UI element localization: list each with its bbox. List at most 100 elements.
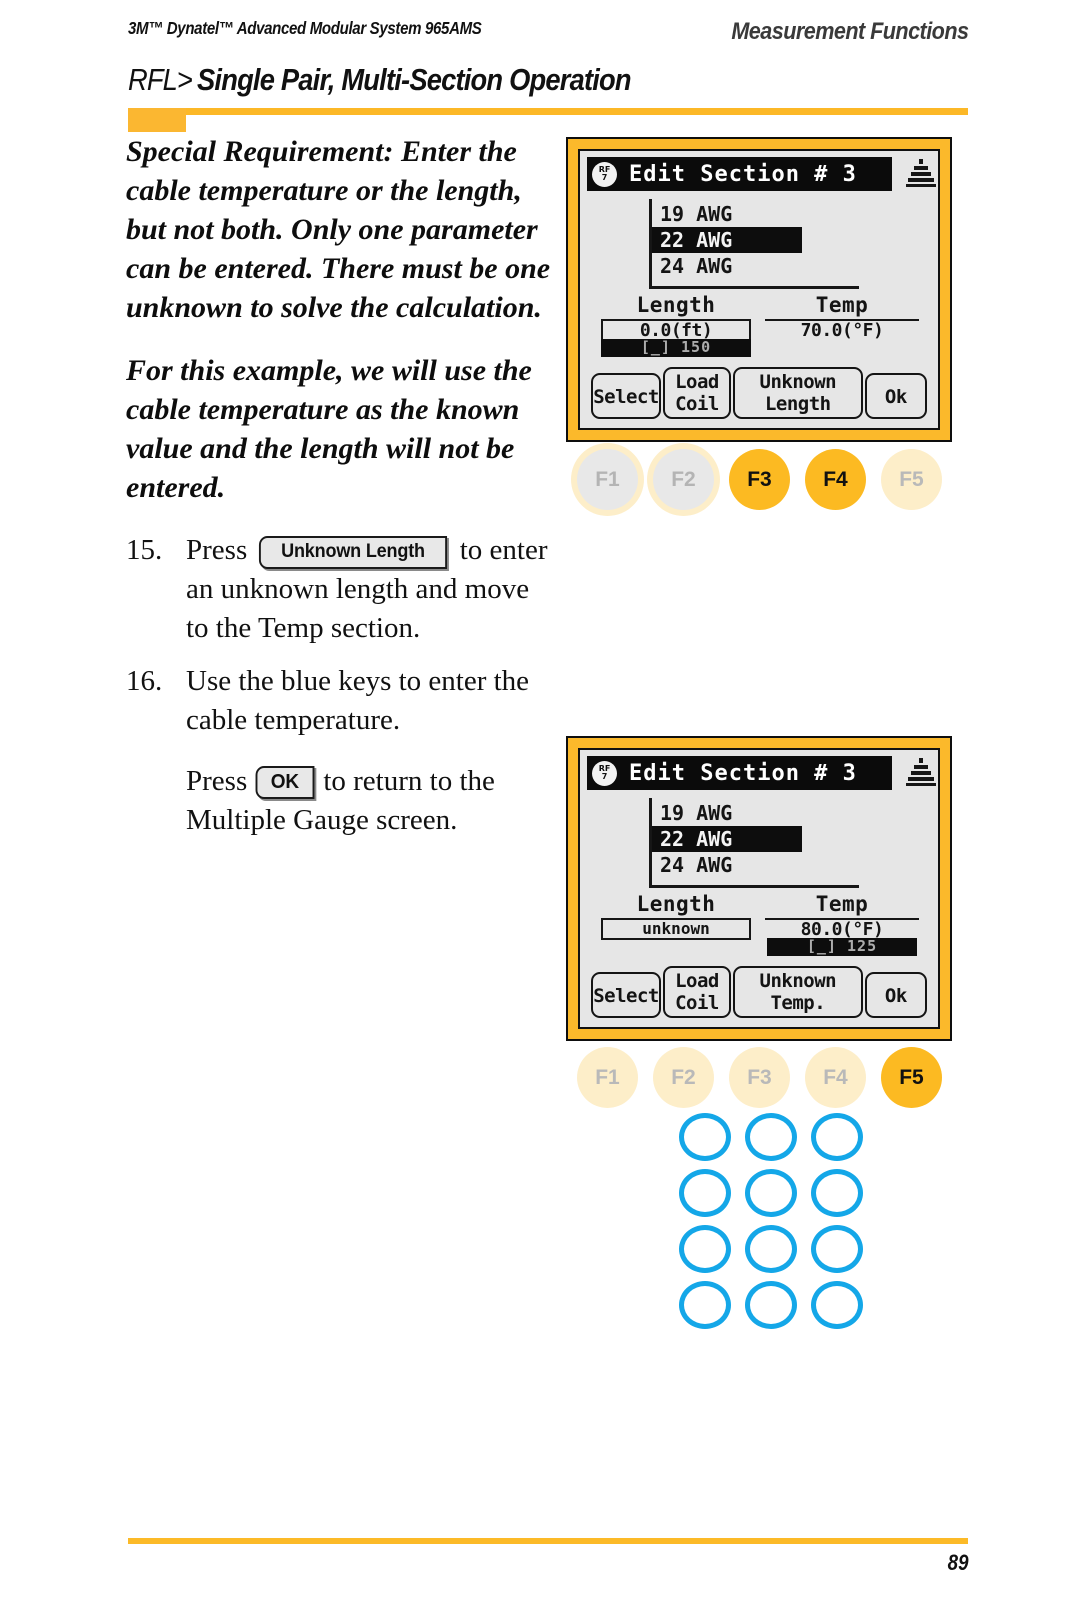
keypad-button[interactable] (745, 1113, 797, 1161)
page-title-main: Single Pair, Multi-Section Operation (196, 62, 632, 97)
length-field-1[interactable]: 0.0(ft) [_] 150 (593, 319, 759, 359)
step-16-number: 16. (126, 665, 163, 697)
keypad-button[interactable] (811, 1113, 863, 1161)
fkey-f5-screen2[interactable]: F5 (881, 1047, 942, 1108)
lcd-bezel-2: RF 7 Edit Section # 3 19 AWG 22 AWG 24 A… (566, 736, 952, 1041)
temp-label-1: Temp (815, 293, 869, 317)
keypad-button[interactable] (811, 1281, 863, 1329)
softkey-unknown-temp-2[interactable]: Unknown Temp. (732, 966, 863, 1018)
softkey-ok-2[interactable]: Ok (864, 972, 927, 1018)
lcd-title-1: Edit Section # 3 (629, 161, 857, 187)
fkey-f3-screen1[interactable]: F3 (729, 449, 790, 510)
fkey-f2-screen1[interactable]: F2 (653, 449, 714, 510)
fkey-f4-screen1[interactable]: F4 (805, 449, 866, 510)
keypad-button[interactable] (679, 1113, 731, 1161)
step-15: 15. Press Unknown Length to enter an unkn… (126, 531, 558, 648)
step-16-text: Use the blue keys to enter the cable tem… (186, 665, 530, 736)
awg-list-1[interactable]: 19 AWG 22 AWG 24 AWG (649, 199, 859, 289)
keypad-button[interactable] (745, 1281, 797, 1329)
unknown-length-keycap[interactable]: Unknown Length (259, 536, 448, 569)
awg-list-2[interactable]: 19 AWG 22 AWG 24 AWG (649, 798, 859, 888)
rf-badge-bottom-2: 7 (601, 772, 608, 781)
fkey-f4-screen2[interactable]: F4 (805, 1047, 866, 1108)
step-16: 16. Use the blue keys to enter the cable … (126, 662, 558, 840)
length-column-1: Length 0.0(ft) [_] 150 (593, 293, 759, 359)
device-screenshot-2: RF 7 Edit Section # 3 19 AWG 22 AWG 24 A… (566, 736, 952, 1041)
softkey-row-2: Select Load Coil Unknown Temp. Ok (587, 966, 931, 1020)
fkey-row-1: F1 F2 F3 F4 F5 (577, 449, 942, 510)
rf-badge-bottom-1: 7 (601, 173, 608, 182)
lcd-bezel-1: RF 7 Edit Section # 3 19 AWG 22 AWG 24 A… (566, 137, 952, 442)
temp-cursor-text-2: [_] 125 (806, 938, 878, 955)
steps-list: 15. Press Unknown Length to enter an unkn… (126, 531, 558, 840)
page-title-prefix: RFL> (128, 62, 193, 97)
temp-column-1: Temp 70.0(°F) (759, 293, 925, 359)
awg-option-24-2[interactable]: 24 AWG (652, 852, 859, 878)
temp-cursor-2: [_] 125 (767, 938, 917, 956)
softkey-select-2[interactable]: Select (591, 972, 661, 1018)
fkey-f5-screen1[interactable]: F5 (881, 449, 942, 510)
keypad-button[interactable] (745, 1169, 797, 1217)
device-screenshot-1: RF 7 Edit Section # 3 19 AWG 22 AWG 24 A… (566, 137, 952, 442)
rf-badge-icon-2: RF 7 (592, 760, 617, 786)
temp-value-2: 80.0(°F) (800, 919, 884, 940)
fkey-f2-screen2[interactable]: F2 (653, 1047, 714, 1108)
temp-field-1[interactable]: 70.0(°F) (759, 319, 925, 359)
header-rule (128, 108, 968, 115)
awg-option-19-2[interactable]: 19 AWG (652, 800, 859, 826)
awg-option-19[interactable]: 19 AWG (652, 201, 859, 227)
length-temp-row-1: Length 0.0(ft) [_] 150 Temp 70.0(°F) (587, 293, 931, 359)
length-value-2: unknown (642, 919, 710, 938)
softkey-ok-1[interactable]: Ok (864, 373, 927, 419)
fkey-row-2: F1 F2 F3 F4 F5 (577, 1047, 942, 1108)
manual-page: 3M™ Dynatel™ Advanced Modular System 965… (0, 0, 1080, 1608)
rf-badge-icon-1: RF 7 (592, 161, 617, 187)
length-label-2: Length (636, 892, 716, 916)
length-column-2: Length unknown (593, 892, 759, 958)
special-requirement-paragraph: Special Requirement: Enter the cable tem… (126, 135, 551, 324)
length-value-1: 0.0(ft) (639, 320, 713, 341)
keypad-button[interactable] (679, 1281, 731, 1329)
temp-field-2[interactable]: 80.0(°F) [_] 125 (759, 918, 925, 958)
softkey-row-1: Select Load Coil Unknown Length Ok (587, 367, 931, 421)
softkey-select-1[interactable]: Select (591, 373, 661, 419)
keypad-button[interactable] (679, 1225, 731, 1273)
step-16-substep: Press OK to return to the Multiple Gauge… (186, 762, 558, 840)
length-label-1: Length (636, 293, 716, 317)
keypad-button[interactable] (745, 1225, 797, 1273)
awg-option-24[interactable]: 24 AWG (652, 253, 859, 279)
awg-option-22-selected-2[interactable]: 22 AWG (652, 826, 802, 852)
keypad-button[interactable] (679, 1169, 731, 1217)
step-15-before: Press (186, 534, 248, 566)
length-cursor-text-1: [_] 150 (640, 339, 712, 356)
step-16-sub-before: Press (186, 765, 248, 797)
length-field-2[interactable]: unknown (593, 918, 759, 958)
body-text-column: Special Requirement: Enter the cable tem… (126, 132, 558, 854)
keypad-button[interactable] (811, 1225, 863, 1273)
page-header: 3M™ Dynatel™ Advanced Modular System 965… (128, 18, 969, 52)
fkey-f1-screen1[interactable]: F1 (577, 449, 638, 510)
page-number: 89 (947, 1550, 968, 1575)
blue-keypad (679, 1113, 863, 1329)
step-15-number: 15. (126, 534, 163, 566)
softkey-unknown-length-1[interactable]: Unknown Length (732, 367, 863, 419)
fkey-f1-screen2[interactable]: F1 (577, 1047, 638, 1108)
softkey-load-coil-2[interactable]: Load Coil (663, 966, 731, 1018)
temp-value-1: 70.0(°F) (800, 320, 884, 341)
signal-strength-icon-2 (906, 758, 936, 788)
awg-option-22-selected[interactable]: 22 AWG (652, 227, 802, 253)
page-title: RFL> Single Pair, Multi-Section Operation (128, 62, 968, 106)
temp-column-2: Temp 80.0(°F) [_] 125 (759, 892, 925, 958)
fkey-f3-screen2[interactable]: F3 (729, 1047, 790, 1108)
ok-keycap[interactable]: OK (256, 766, 315, 799)
lcd-title-2: Edit Section # 3 (629, 760, 857, 786)
lcd-titlebar-2: RF 7 Edit Section # 3 (587, 756, 936, 790)
signal-strength-icon-1 (906, 159, 936, 189)
softkey-load-coil-1[interactable]: Load Coil (663, 367, 731, 419)
keypad-button[interactable] (811, 1169, 863, 1217)
length-cursor-1: [_] 150 (601, 339, 751, 357)
lcd-display-1: RF 7 Edit Section # 3 19 AWG 22 AWG 24 A… (578, 149, 940, 430)
header-section-title: Measurement Functions (730, 18, 969, 45)
temp-label-2: Temp (815, 892, 869, 916)
footer-rule (128, 1538, 968, 1544)
